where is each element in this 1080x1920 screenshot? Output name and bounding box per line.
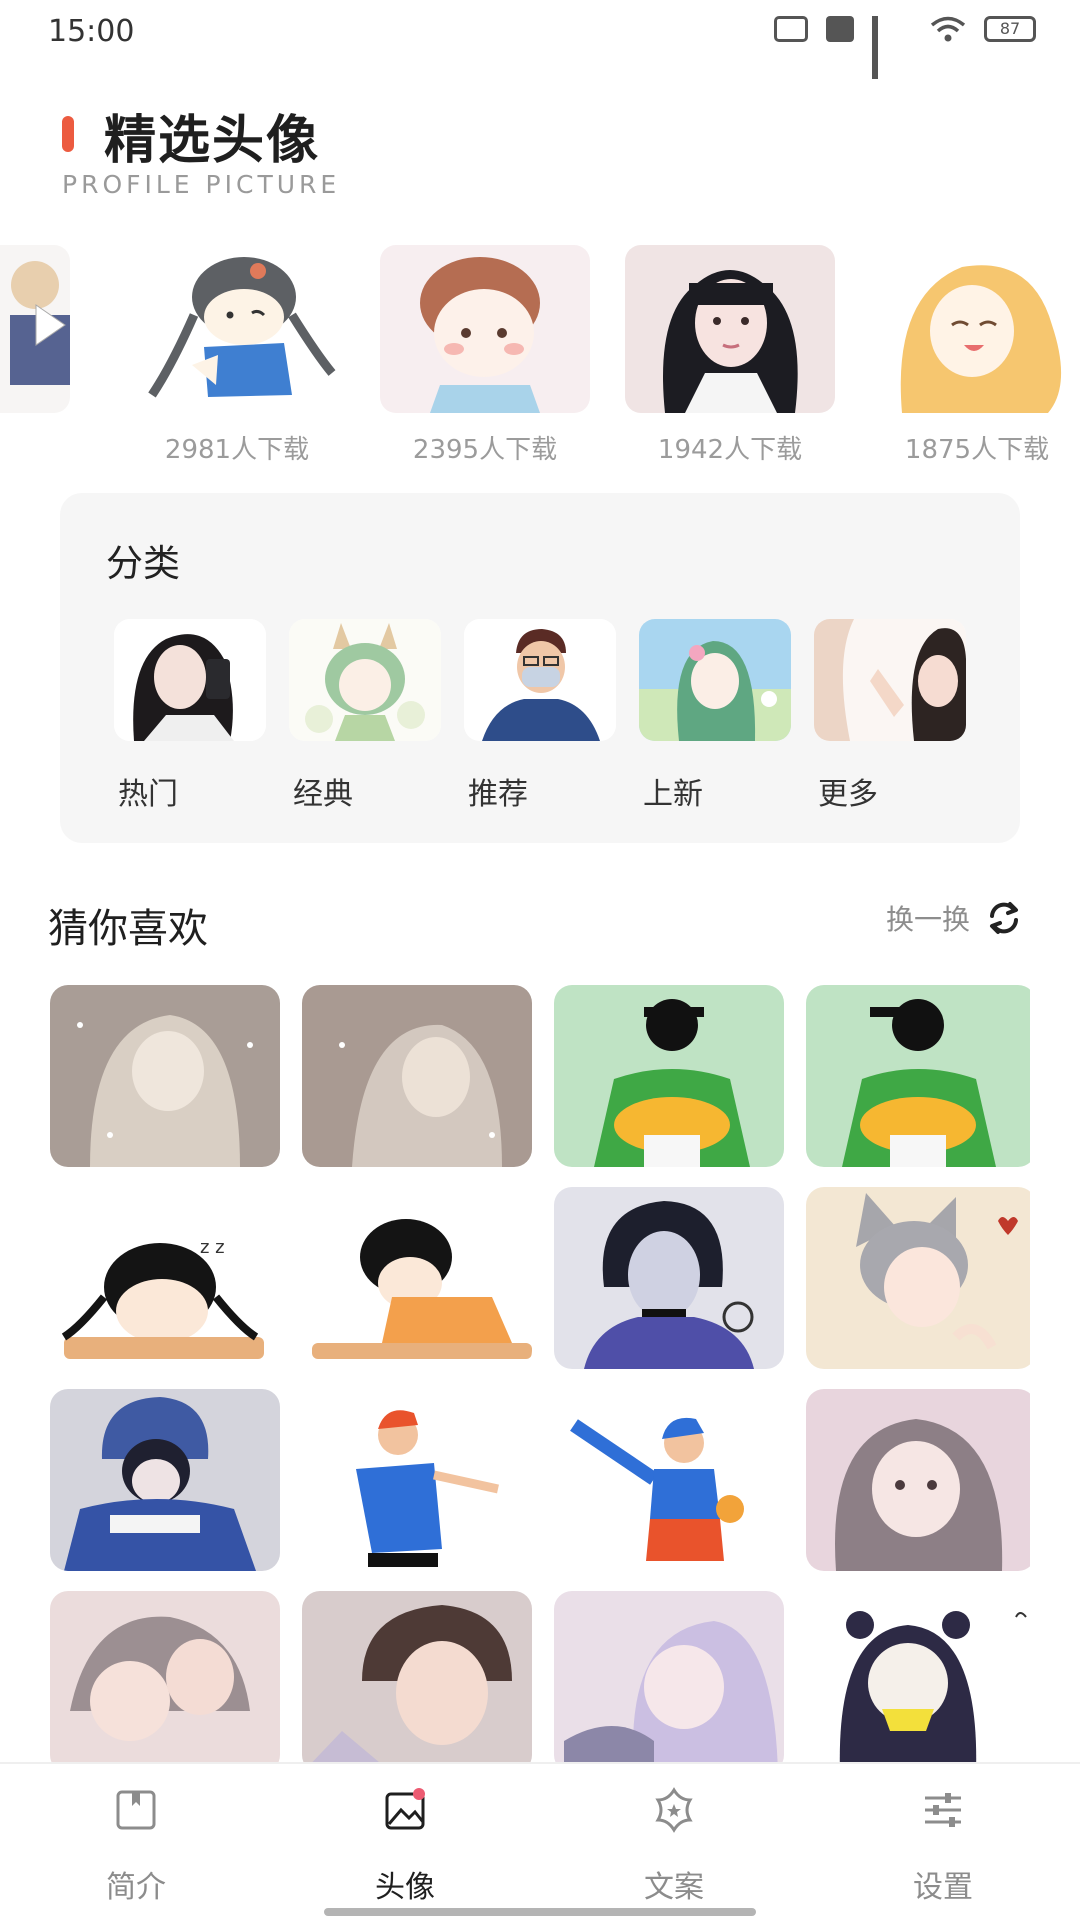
tab-avatar[interactable]: 头像 bbox=[325, 1786, 485, 1906]
category-item-new[interactable]: 上新 bbox=[639, 619, 791, 813]
tab-label: 文案 bbox=[644, 1870, 704, 1905]
refresh-icon bbox=[990, 902, 1018, 934]
recommend-avatar-tile[interactable]: z z bbox=[50, 1187, 280, 1369]
bookmark-card-icon bbox=[116, 1790, 156, 1830]
featured-item[interactable]: 下载 bbox=[0, 245, 70, 466]
recommend-avatar-tile[interactable] bbox=[302, 1389, 532, 1571]
featured-avatar-carousel[interactable]: 下载 2981人下载 bbox=[0, 245, 1080, 465]
wifi-icon bbox=[930, 16, 966, 42]
battery-icon: 87 bbox=[984, 16, 1036, 42]
image-icon bbox=[385, 1788, 425, 1830]
5g-signal-icon bbox=[872, 16, 912, 79]
flower-star-icon bbox=[655, 1787, 693, 1833]
sliders-icon bbox=[925, 1793, 961, 1827]
recommend-avatar-tile[interactable] bbox=[806, 985, 1030, 1167]
category-item-recommend[interactable]: 推荐 bbox=[464, 619, 616, 813]
featured-download-count: 1942人下载 bbox=[657, 435, 803, 465]
tab-copywriting[interactable]: 文案 bbox=[594, 1786, 754, 1906]
title-accent-bar bbox=[62, 116, 74, 152]
tab-intro[interactable]: 简介 bbox=[56, 1786, 216, 1906]
svg-text:z z: z z bbox=[200, 1237, 225, 1258]
tab-label: 简介 bbox=[106, 1870, 166, 1905]
page-title: 精选头像 bbox=[104, 111, 321, 171]
refresh-button[interactable]: 换一换 bbox=[886, 898, 1024, 938]
refresh-label: 换一换 bbox=[885, 903, 970, 936]
page-subtitle: PROFILE PICTURE bbox=[62, 170, 341, 199]
featured-download-count: 2395人下载 bbox=[412, 435, 558, 465]
featured-download-count: 2981人下载 bbox=[164, 435, 310, 465]
recommend-avatar-tile[interactable] bbox=[50, 985, 280, 1167]
category-label: 热门 bbox=[118, 777, 178, 812]
category-label: 上新 bbox=[643, 777, 703, 812]
recommend-title: 猜你喜欢 bbox=[48, 906, 208, 952]
status-time: 15:00 bbox=[48, 14, 135, 49]
featured-avatar-image[interactable] bbox=[132, 245, 342, 413]
category-thumbnail[interactable] bbox=[639, 619, 791, 741]
tab-label: 设置 bbox=[913, 1870, 973, 1905]
featured-download-count: 1875人下载 bbox=[904, 435, 1050, 465]
recommend-avatar-tile[interactable] bbox=[302, 1591, 532, 1765]
category-card: 分类 热门 经典 推荐 上新 更多 bbox=[60, 493, 1020, 843]
hd-icon bbox=[826, 16, 854, 42]
avatar-app-screen: 15:00 87 精选头像 PROFILE PICTURE 2981人下载 23… bbox=[0, 0, 1080, 1920]
recommend-avatar-tile[interactable] bbox=[554, 1389, 784, 1571]
category-thumbnail[interactable] bbox=[464, 619, 616, 741]
recommend-avatar-tile[interactable] bbox=[806, 1187, 1030, 1369]
featured-avatar-image[interactable] bbox=[0, 245, 70, 413]
featured-item[interactable]: 2981人下载 bbox=[132, 245, 342, 466]
vibrate-icon bbox=[774, 16, 808, 42]
recommend-avatar-tile[interactable] bbox=[554, 985, 784, 1167]
category-label: 推荐 bbox=[468, 777, 528, 812]
status-bar: 15:00 87 bbox=[0, 0, 1080, 79]
featured-download-count: 下载 bbox=[0, 429, 70, 466]
recommend-avatar-tile[interactable] bbox=[302, 985, 532, 1167]
category-thumbnail[interactable] bbox=[814, 619, 966, 741]
recommend-avatar-tile[interactable] bbox=[554, 1591, 784, 1765]
recommend-avatar-tile[interactable] bbox=[50, 1591, 280, 1765]
featured-avatar-image[interactable] bbox=[380, 245, 590, 413]
category-item-classic[interactable]: 经典 bbox=[289, 619, 441, 813]
featured-item[interactable]: 1942人下载 bbox=[625, 245, 835, 466]
recommend-avatar-tile[interactable] bbox=[302, 1187, 532, 1369]
category-title: 分类 bbox=[106, 542, 180, 585]
featured-item[interactable]: 2395人下载 bbox=[380, 245, 590, 466]
tab-settings[interactable]: 设置 bbox=[863, 1786, 1023, 1906]
recommend-avatar-tile[interactable] bbox=[554, 1187, 784, 1369]
home-indicator[interactable] bbox=[324, 1908, 756, 1916]
featured-avatar-image[interactable] bbox=[625, 245, 835, 413]
recommend-avatar-tile[interactable] bbox=[806, 1591, 1030, 1765]
category-thumbnail[interactable] bbox=[289, 619, 441, 741]
recommend-grid: z z bbox=[50, 985, 1030, 1765]
recommend-avatar-tile[interactable] bbox=[806, 1389, 1030, 1571]
bottom-tab-bar: 简介 头像 文案 设置 bbox=[0, 1762, 1080, 1920]
category-item-more[interactable]: 更多 bbox=[814, 619, 966, 813]
category-label: 更多 bbox=[818, 777, 878, 812]
featured-avatar-image[interactable] bbox=[872, 245, 1080, 413]
tab-label: 头像 bbox=[375, 1870, 435, 1905]
category-label: 经典 bbox=[293, 777, 353, 812]
status-icons: 87 bbox=[774, 16, 1036, 79]
category-thumbnail[interactable] bbox=[114, 619, 266, 741]
featured-item[interactable]: 1875人下载 bbox=[872, 245, 1080, 466]
recommend-avatar-tile[interactable] bbox=[50, 1389, 280, 1571]
category-item-hot[interactable]: 热门 bbox=[114, 619, 266, 813]
